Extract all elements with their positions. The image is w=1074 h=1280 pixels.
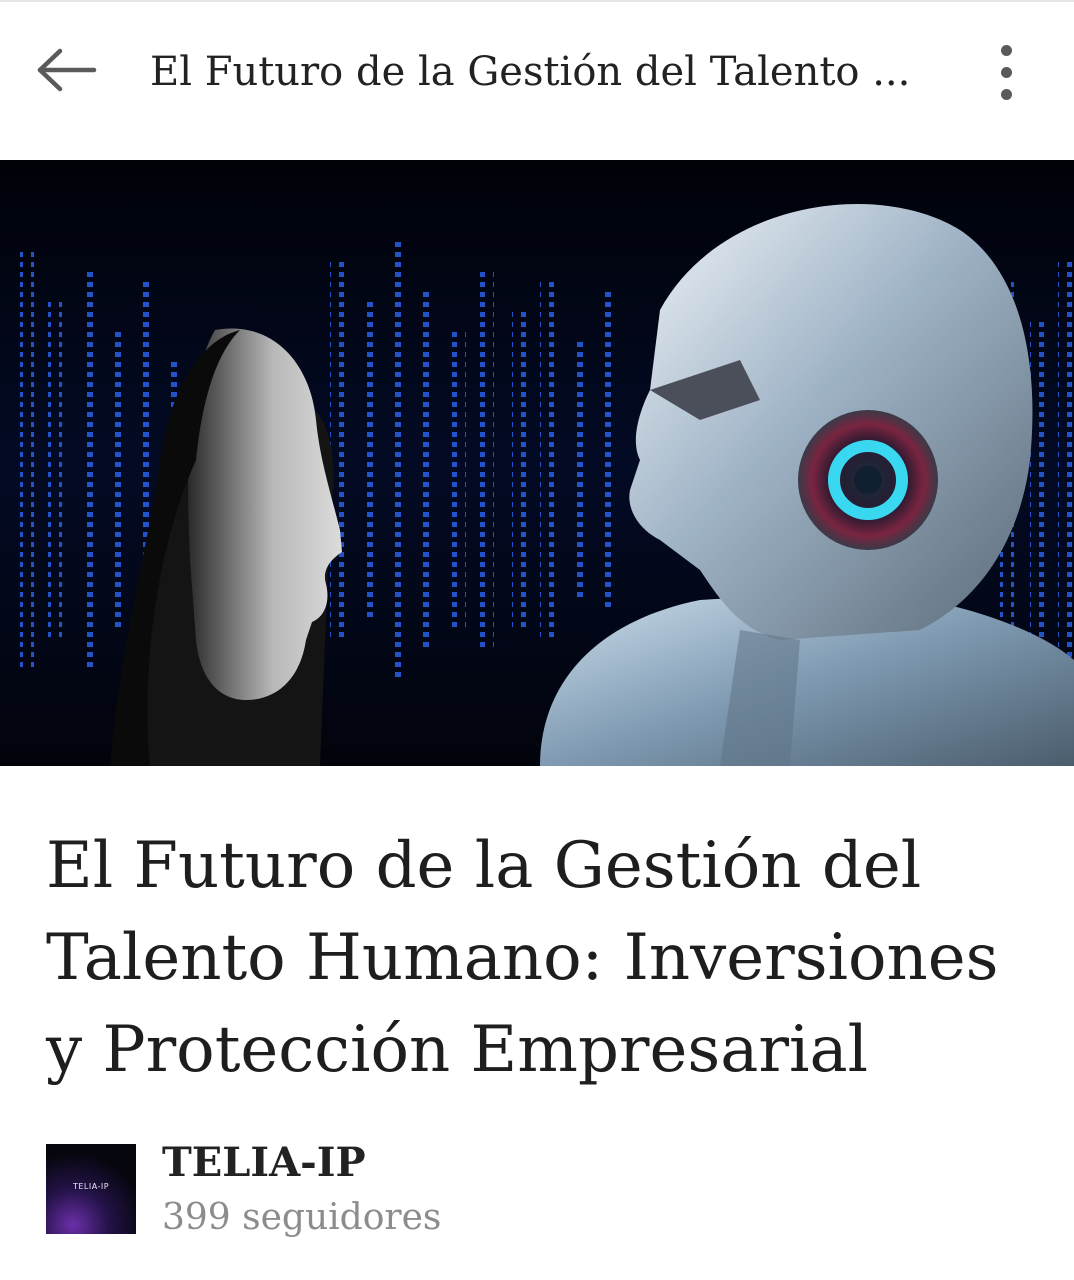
hero-illustration bbox=[0, 160, 1074, 766]
more-vertical-icon-dot bbox=[1000, 88, 1012, 100]
avatar[interactable]: TELIA-IP bbox=[46, 1144, 136, 1234]
more-vertical-icon-dot bbox=[1000, 66, 1012, 78]
avatar-logo-text: TELIA-IP bbox=[72, 1182, 110, 1191]
article-title: El Futuro de la Gestión del Talento Huma… bbox=[46, 829, 999, 1087]
author-row: TELIA-IP TELIA-IP 399 seguidores bbox=[46, 1138, 946, 1248]
author-name[interactable]: TELIA-IP bbox=[162, 1140, 366, 1186]
back-button[interactable] bbox=[28, 38, 104, 102]
follower-count: 399 seguidores bbox=[162, 1197, 442, 1238]
more-options-button[interactable] bbox=[978, 36, 1034, 108]
app-bar: El Futuro de la Gestión del Talento ... bbox=[0, 2, 1074, 140]
arrow-left-icon bbox=[37, 48, 97, 92]
more-vertical-icon bbox=[1000, 44, 1012, 56]
hero-image[interactable] bbox=[0, 160, 1074, 766]
app-bar-title: El Futuro de la Gestión del Talento ... bbox=[150, 49, 911, 95]
